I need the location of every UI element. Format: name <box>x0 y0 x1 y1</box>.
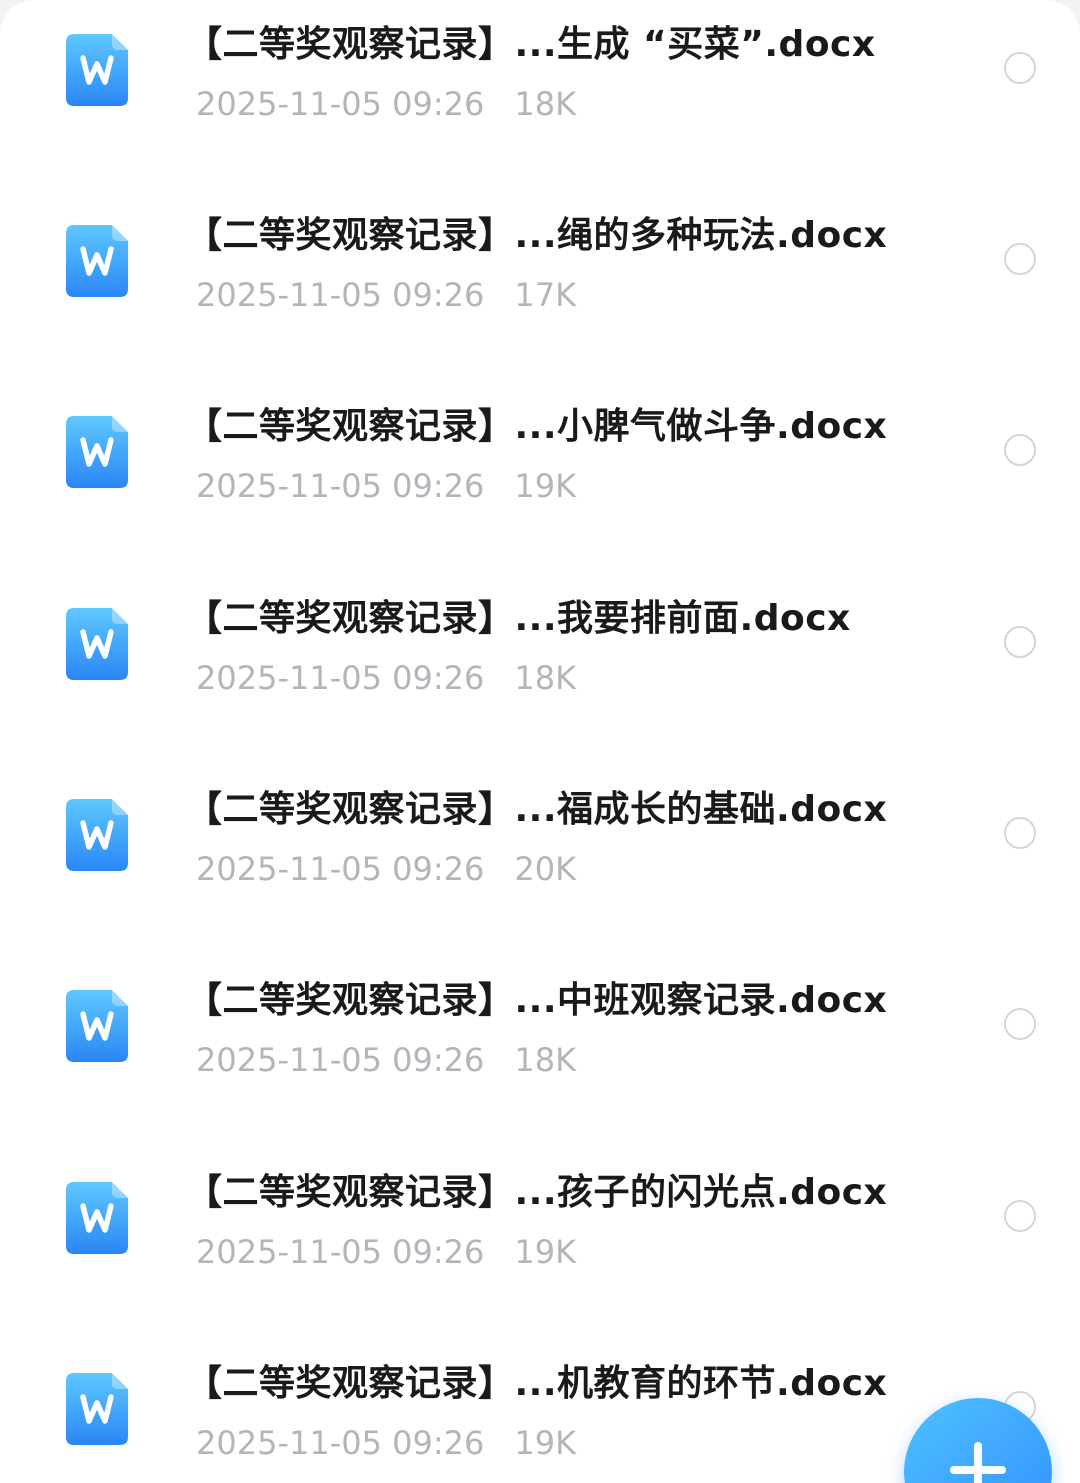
file-list-item[interactable]: 【二等奖观察记录】...我要排前面.docx 2025-11-05 09:26 18… <box>0 584 1080 775</box>
file-size: 18K <box>514 1041 577 1079</box>
file-meta: 2025-11-05 09:26 18K <box>196 656 576 700</box>
file-modified-date: 2025-11-05 09:26 <box>196 1424 485 1462</box>
file-meta: 2025-11-05 09:26 18K <box>196 82 576 126</box>
select-radio-button[interactable] <box>1004 52 1036 84</box>
file-list: 【二等奖观察记录】...生成 “买菜”.docx 2025-11-05 09:26… <box>0 0 1080 1483</box>
file-meta: 2025-11-05 09:26 19K <box>196 464 576 508</box>
file-list-item[interactable]: 【二等奖观察记录】...福成长的基础.docx 2025-11-05 09:26 2… <box>0 775 1080 966</box>
word-doc-icon <box>66 608 128 680</box>
word-doc-icon <box>66 1373 128 1445</box>
file-meta: 2025-11-05 09:26 18K <box>196 1038 576 1082</box>
word-doc-icon <box>66 799 128 871</box>
file-meta: 2025-11-05 09:26 19K <box>196 1230 576 1274</box>
word-doc-icon <box>66 416 128 488</box>
file-modified-date: 2025-11-05 09:26 <box>196 659 485 697</box>
select-radio-button[interactable] <box>1004 817 1036 849</box>
file-meta: 2025-11-05 09:26 19K <box>196 1421 576 1465</box>
file-list-item[interactable]: 【二等奖观察记录】...中班观察记录.docx 2025-11-05 09:26 1… <box>0 966 1080 1157</box>
file-modified-date: 2025-11-05 09:26 <box>196 85 485 123</box>
file-size: 17K <box>514 276 577 314</box>
file-modified-date: 2025-11-05 09:26 <box>196 1233 485 1271</box>
file-size: 18K <box>514 85 577 123</box>
file-list-item[interactable]: 【二等奖观察记录】...绳的多种玩法.docx 2025-11-05 09:26 1… <box>0 201 1080 392</box>
select-radio-button[interactable] <box>1004 434 1036 466</box>
file-size: 19K <box>514 1424 577 1462</box>
file-size: 19K <box>514 467 577 505</box>
file-name: 【二等奖观察记录】...孩子的闪光点.docx <box>186 1172 888 1213</box>
file-modified-date: 2025-11-05 09:26 <box>196 276 485 314</box>
select-radio-button[interactable] <box>1004 1200 1036 1232</box>
word-doc-icon <box>66 1182 128 1254</box>
word-doc-icon <box>66 225 128 297</box>
file-modified-date: 2025-11-05 09:26 <box>196 1041 485 1079</box>
file-name: 【二等奖观察记录】...小脾气做斗争.docx <box>186 406 888 447</box>
select-radio-button[interactable] <box>1004 1008 1036 1040</box>
file-modified-date: 2025-11-05 09:26 <box>196 467 485 505</box>
select-radio-button[interactable] <box>1004 243 1036 275</box>
select-radio-button[interactable] <box>1004 626 1036 658</box>
file-size: 18K <box>514 659 577 697</box>
file-list-sheet: 【二等奖观察记录】...生成 “买菜”.docx 2025-11-05 09:26… <box>0 0 1080 1483</box>
file-name: 【二等奖观察记录】...福成长的基础.docx <box>186 789 888 830</box>
file-list-item[interactable]: 【二等奖观察记录】...生成 “买菜”.docx 2025-11-05 09:26… <box>0 10 1080 201</box>
file-list-item[interactable]: 【二等奖观察记录】...小脾气做斗争.docx 2025-11-05 09:26 1… <box>0 392 1080 583</box>
file-name: 【二等奖观察记录】...我要排前面.docx <box>186 598 851 639</box>
file-name: 【二等奖观察记录】...中班观察记录.docx <box>186 980 888 1021</box>
file-modified-date: 2025-11-05 09:26 <box>196 850 485 888</box>
file-name: 【二等奖观察记录】...机教育的环节.docx <box>186 1363 888 1404</box>
file-size: 19K <box>514 1233 577 1271</box>
file-name: 【二等奖观察记录】...生成 “买菜”.docx <box>186 24 876 65</box>
file-meta: 2025-11-05 09:26 17K <box>196 273 576 317</box>
file-name: 【二等奖观察记录】...绳的多种玩法.docx <box>186 215 888 256</box>
file-meta: 2025-11-05 09:26 20K <box>196 847 576 891</box>
file-list-item[interactable]: 【二等奖观察记录】...孩子的闪光点.docx 2025-11-05 09:26 1… <box>0 1158 1080 1349</box>
file-size: 20K <box>514 850 577 888</box>
word-doc-icon <box>66 990 128 1062</box>
word-doc-icon <box>66 34 128 106</box>
